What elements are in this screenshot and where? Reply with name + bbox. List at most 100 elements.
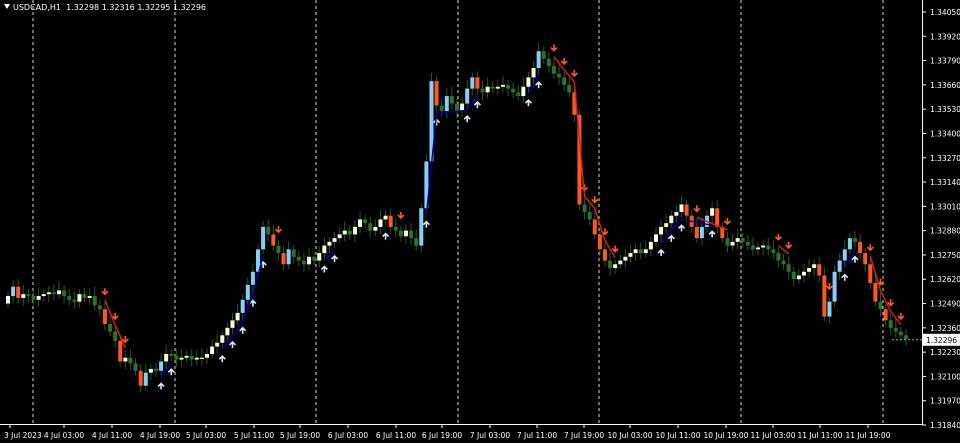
buy-arrow-icon — [667, 234, 675, 242]
candle-body — [750, 245, 755, 250]
sell-arrow-icon — [785, 241, 793, 250]
candle-body — [77, 294, 82, 302]
candle-body — [455, 103, 459, 112]
candle-body — [281, 253, 286, 265]
y-tick-label: 1.32490 — [930, 300, 960, 309]
candle-body — [863, 253, 868, 265]
candle-body — [164, 353, 169, 362]
candle-body — [46, 292, 51, 295]
candle-body — [669, 215, 674, 224]
candle-body — [873, 282, 878, 302]
candle-body — [633, 249, 638, 254]
x-tick-label: 5 Jul 19:00 — [280, 431, 320, 440]
sell-arrow-icon — [611, 245, 619, 253]
candle-body — [781, 260, 786, 265]
sell-arrow-icon — [866, 244, 874, 252]
buy-arrow-icon — [167, 368, 175, 376]
candle-body — [868, 264, 873, 283]
buy-arrow-icon — [228, 340, 237, 348]
y-tick-label: 1.33010 — [930, 202, 960, 211]
candle-body — [169, 353, 174, 356]
buy-arrow-icon — [422, 220, 430, 228]
candle-body — [266, 226, 271, 235]
x-tick-label: 6 Jul 11:00 — [376, 431, 416, 440]
buy-arrow-icon — [677, 224, 686, 232]
candle-body — [623, 256, 628, 261]
candle-body — [327, 241, 332, 246]
candle-body — [87, 296, 92, 298]
candle-body — [439, 105, 444, 112]
candle-body — [506, 84, 511, 89]
candle-body — [373, 226, 378, 231]
candle-body — [653, 234, 658, 242]
sell-arrow-icon — [560, 57, 568, 66]
candle-body — [648, 241, 653, 250]
candle-body — [301, 260, 306, 265]
candle-body — [735, 238, 740, 242]
x-tick-label: 4 Jul 03:00 — [44, 431, 84, 440]
sell-arrow-icon — [825, 282, 834, 291]
candle-body — [480, 88, 485, 93]
candle-body — [322, 245, 327, 254]
candle-body — [368, 223, 373, 231]
candle-body — [710, 208, 715, 216]
buy-arrow-icon — [657, 248, 665, 257]
price-chart[interactable]: 1.34050 1.33920 1.33790 1.33660 1.33530 1.334… — [0, 0, 960, 443]
buy-arrow-icon — [218, 355, 226, 363]
candle-body — [118, 340, 123, 362]
candle-body — [562, 77, 567, 85]
sell-arrow-icon — [591, 196, 599, 204]
candle-body — [352, 226, 357, 235]
candle-body — [220, 335, 225, 343]
candle-body — [490, 86, 495, 89]
buy-arrow-icon — [239, 326, 247, 334]
x-tick-label: 7 Jul 19:00 — [564, 431, 604, 440]
candle-body — [776, 253, 781, 261]
candle-body — [852, 238, 857, 242]
candle-body — [822, 275, 827, 317]
sell-arrow-icon — [887, 299, 895, 307]
candle-body — [582, 204, 587, 212]
candle-body — [801, 271, 806, 276]
candle-body — [807, 268, 812, 272]
sell-arrow-icon — [693, 205, 701, 213]
candle-body — [628, 253, 633, 257]
candle-body — [567, 84, 572, 93]
candle-body — [123, 357, 128, 362]
y-tick-label: 1.32880 — [930, 227, 960, 236]
candle-body — [766, 245, 771, 250]
candle-body — [174, 355, 179, 360]
candle-body — [592, 219, 597, 235]
candle-body — [694, 226, 699, 239]
candle-body — [291, 249, 296, 257]
x-tick-label: 4 Jul 11:00 — [92, 431, 132, 440]
candle-body — [904, 335, 908, 340]
buy-arrow-icon — [708, 230, 716, 238]
candle-body — [730, 241, 735, 246]
candle-body — [597, 234, 602, 250]
y-tick-label: 1.32360 — [930, 324, 960, 333]
x-tick-label: 10 Jul 03:00 — [608, 431, 653, 440]
candle-body — [495, 86, 500, 89]
candle-body — [250, 271, 255, 285]
candle-body — [664, 223, 669, 227]
candle-body — [92, 296, 97, 306]
candle-body — [67, 296, 72, 300]
candle-body — [485, 86, 490, 93]
y-tick-label: 1.32620 — [930, 275, 960, 284]
candle-body — [189, 355, 194, 360]
candle-body — [383, 215, 388, 220]
x-tick-label: 6 Jul 19:00 — [422, 431, 462, 440]
buy-arrow-icon — [320, 265, 328, 273]
sell-arrow-icon — [121, 336, 129, 344]
candle-body — [337, 234, 342, 239]
candle-body — [11, 286, 16, 297]
candle-body — [143, 372, 148, 386]
candle-body — [449, 96, 454, 104]
candle-body — [138, 370, 143, 386]
candle-body — [679, 204, 684, 212]
sell-arrow-icon — [101, 288, 109, 296]
candle-body — [444, 96, 449, 112]
y-tick-label: 1.33920 — [930, 32, 960, 41]
candle-body — [638, 249, 643, 254]
